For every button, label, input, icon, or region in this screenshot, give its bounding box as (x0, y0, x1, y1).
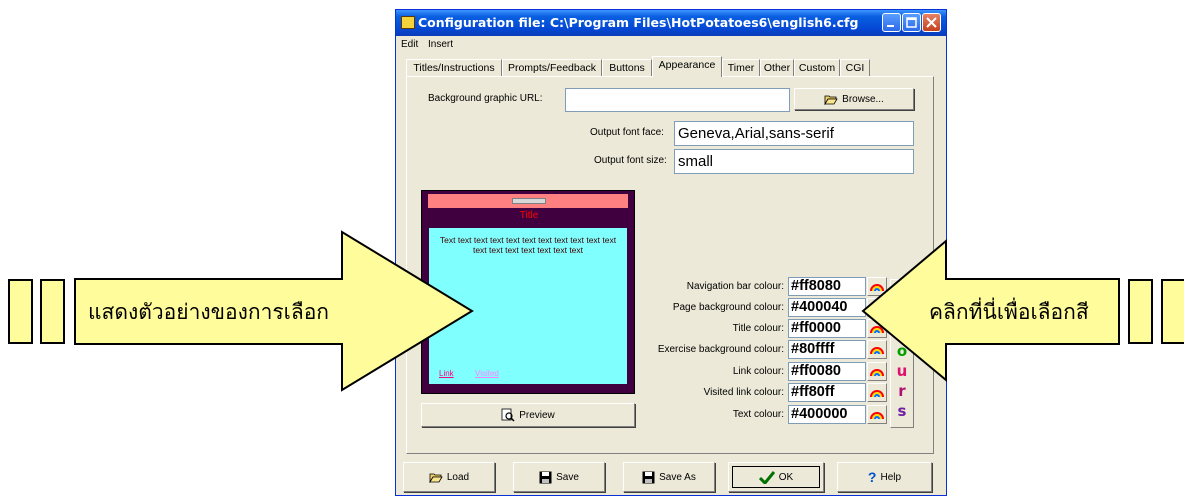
tab-appearance[interactable]: Appearance (652, 56, 722, 77)
right-callout-text: คลิกที่นี่เพื่อเลือกสี (929, 300, 1089, 324)
callout-arrows (74, 230, 1120, 392)
left-callout-text: แสดงตัวอย่างของการเลือก (88, 300, 330, 324)
